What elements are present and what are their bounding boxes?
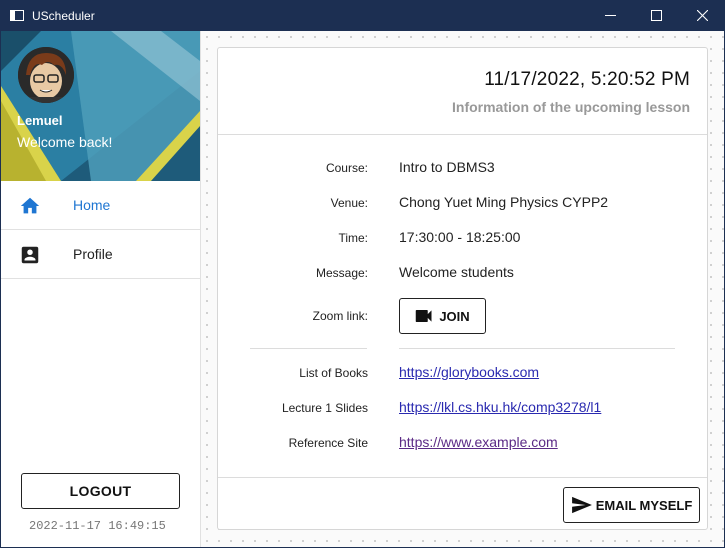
course-value: Intro to DBMS3	[399, 159, 495, 175]
venue-label: Venue:	[330, 196, 368, 210]
home-icon	[20, 197, 40, 214]
time-label: Time:	[338, 231, 368, 245]
welcome-message: Welcome back!	[17, 134, 113, 150]
current-timestamp: 2022-11-17 16:49:15	[29, 519, 166, 533]
zoom-label: Zoom link:	[312, 309, 368, 323]
card-header: 11/17/2022, 5:20:52 PM Information of th…	[218, 48, 707, 135]
avatar	[18, 47, 74, 103]
link-books[interactable]: https://glorybooks.com	[399, 364, 539, 380]
divider	[250, 348, 367, 349]
app-window-icon	[10, 10, 24, 21]
send-icon	[571, 496, 592, 514]
minimize-icon[interactable]	[587, 0, 633, 31]
logout-button[interactable]: LOGOUT	[21, 473, 180, 509]
lesson-card: 11/17/2022, 5:20:52 PM Information of th…	[217, 47, 708, 530]
close-icon[interactable]	[679, 0, 725, 31]
app-window: Lemuel Welcome back! Home Profile LOGOUT…	[1, 31, 724, 547]
link-reference[interactable]: https://www.example.com	[399, 434, 558, 450]
lesson-datetime: 11/17/2022, 5:20:52 PM	[484, 69, 690, 90]
time-value: 17:30:00 - 18:25:00	[399, 229, 521, 245]
link-label-slides: Lecture 1 Slides	[281, 401, 368, 415]
user-name: Lemuel	[17, 113, 63, 128]
link-label-reference: Reference Site	[288, 436, 368, 450]
main-content: 11/17/2022, 5:20:52 PM Information of th…	[201, 31, 724, 547]
divider	[399, 348, 675, 349]
card-footer-divider	[218, 477, 707, 478]
window-controls	[587, 0, 725, 31]
maximize-icon[interactable]	[633, 0, 679, 31]
join-zoom-button[interactable]: JOIN	[399, 298, 486, 334]
sidebar-item-label: Profile	[73, 246, 113, 262]
link-slides[interactable]: https://lkl.cs.hku.hk/comp3278/l1	[399, 399, 601, 415]
email-label: EMAIL MYSELF	[595, 497, 693, 513]
course-label: Course:	[325, 161, 368, 175]
video-camera-icon	[416, 310, 432, 322]
venue-value: Chong Yuet Ming Physics CYPP2	[399, 194, 609, 210]
profile-icon	[21, 246, 39, 264]
title-bar: UScheduler	[0, 0, 725, 31]
message-value: Welcome students	[399, 264, 514, 280]
sidebar: Lemuel Welcome back! Home Profile LOGOUT…	[1, 31, 201, 547]
profile-banner: Lemuel Welcome back!	[1, 31, 200, 181]
sidebar-item-home[interactable]: Home	[1, 181, 200, 230]
message-label: Message:	[315, 266, 368, 280]
email-myself-button[interactable]: EMAIL MYSELF	[563, 487, 700, 523]
window-title: UScheduler	[32, 8, 95, 23]
sidebar-item-label: Home	[73, 197, 111, 213]
join-label: JOIN	[439, 308, 470, 324]
card-subtitle: Information of the upcoming lesson	[452, 99, 690, 115]
link-label-books: List of Books	[299, 366, 368, 380]
sidebar-item-profile[interactable]: Profile	[1, 230, 200, 279]
